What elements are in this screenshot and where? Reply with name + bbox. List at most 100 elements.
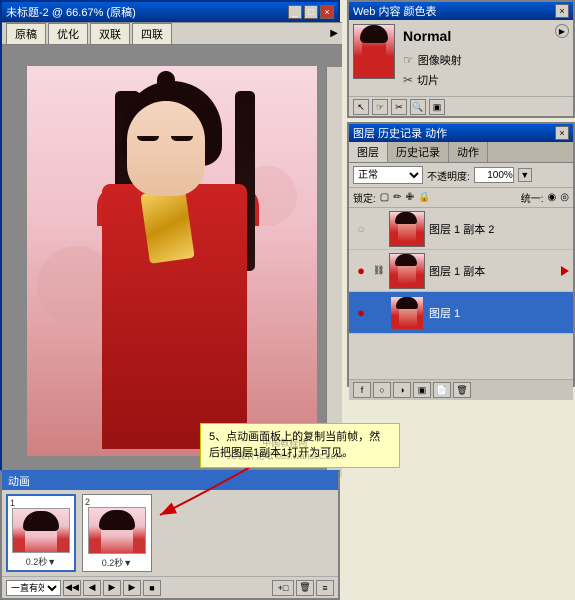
layers-title-bar: 图层 历史记录 动作 ×: [349, 124, 573, 142]
lock-label: 锁定:: [353, 190, 376, 205]
eye-icon-layer1copy[interactable]: ●: [353, 263, 369, 279]
tab-optimize[interactable]: 优化: [48, 23, 88, 44]
layers-panel: 图层 历史记录 动作 × 图层 历史记录 动作 正常 不透明度: ▼ 锁定: ▢…: [347, 122, 575, 387]
lock-paint-icon[interactable]: ✏: [393, 192, 401, 203]
unify-icon2[interactable]: ◎: [560, 192, 569, 203]
slice-icon: ✂: [403, 73, 413, 87]
opacity-arrow[interactable]: ▼: [518, 168, 532, 182]
lock-move-icon[interactable]: ✙: [406, 192, 414, 203]
loop-select[interactable]: 一直有效 一次 三次: [6, 580, 61, 596]
tab-dual[interactable]: 双联: [90, 23, 130, 44]
layer-row-base[interactable]: ● 图层 1: [349, 292, 573, 334]
web-panel-title-label: Web 内容 颜色表: [353, 3, 437, 19]
anim-play-button[interactable]: ▶: [103, 580, 121, 596]
minimize-button[interactable]: _: [288, 5, 302, 19]
web-content-panel: Web 内容 颜色表 × Normal ☞ 图像映射 ✂ 切片 ▶ ↖ ☞: [347, 0, 575, 118]
frame-2-number: 2: [85, 497, 90, 507]
close-button[interactable]: ×: [320, 5, 334, 19]
unify-label: 统一:: [521, 190, 544, 205]
layer-arrow-indicator: [561, 266, 569, 276]
web-menu-image-map[interactable]: ☞ 图像映射: [403, 52, 547, 68]
web-toolbar: ↖ ☞ ✂ 🔍 ▣: [349, 96, 573, 117]
anim-delete-frame-button[interactable]: 🗑: [296, 580, 314, 596]
layers-tabs: 图层 历史记录 动作: [349, 142, 573, 163]
web-tool-1[interactable]: ↖: [353, 99, 369, 115]
anim-frame-1[interactable]: 1 0.2秒▼: [6, 494, 76, 572]
anim-stop-button[interactable]: ■: [143, 580, 161, 596]
frame-1-thumb: [12, 508, 70, 553]
tab-history[interactable]: 历史记录: [388, 142, 449, 162]
add-mask-button[interactable]: ○: [373, 382, 391, 398]
web-thumb-hair: [360, 25, 388, 43]
anim-next-button[interactable]: ▶: [123, 580, 141, 596]
unify-icon1[interactable]: ◉: [548, 192, 557, 203]
layers-close-button[interactable]: ×: [555, 126, 569, 140]
layer-thumb-base: [389, 295, 425, 331]
anim-menu-button[interactable]: ≡: [316, 580, 334, 596]
new-layer-button[interactable]: 📄: [433, 382, 451, 398]
anim-new-frame-button[interactable]: +□: [272, 580, 294, 596]
image-tabs-bar: 原稿 优化 双联 四联 ▶: [2, 23, 342, 45]
figure-eyes: [135, 136, 195, 144]
layer-thumb-copy1: [389, 253, 425, 289]
opacity-input[interactable]: [474, 167, 514, 183]
lock-all-icon[interactable]: 🔒: [418, 192, 430, 203]
lock-transparency-icon[interactable]: ▢: [380, 192, 389, 203]
watermark: 中国教程网 JC设计论坛 bbs.wansec.com: [226, 436, 343, 462]
main-ps-window: 未标题-2 @ 66.67% (原稿) _ □ × 原稿 优化 双联 四联 ▶: [0, 0, 340, 475]
web-menu-slice[interactable]: ✂ 切片: [403, 72, 547, 88]
tab-quad[interactable]: 四联: [132, 23, 172, 44]
tab-actions[interactable]: 动作: [449, 142, 488, 162]
anim-title-label: 动画: [8, 473, 30, 489]
web-panel-text-area: Normal ☞ 图像映射 ✂ 切片: [403, 24, 547, 92]
image-window: 原稿 优化 双联 四联 ▶: [2, 22, 342, 477]
window-controls: _ □ ×: [288, 5, 334, 19]
web-panel-body: Normal ☞ 图像映射 ✂ 切片 ▶: [349, 20, 573, 96]
delete-layer-button[interactable]: 🗑: [453, 382, 471, 398]
frame-1-time[interactable]: 0.2秒▼: [26, 555, 56, 568]
anim-controls: 一直有效 一次 三次 ◀◀ ◀ ▶ ▶ ■ +□ 🗑 ≡: [2, 576, 338, 598]
canvas-image: [27, 66, 317, 456]
web-tool-5[interactable]: ▣: [429, 99, 445, 115]
anim-prev-button[interactable]: ◀: [83, 580, 101, 596]
web-panel-close[interactable]: ×: [555, 4, 569, 18]
blend-mode-select[interactable]: 正常: [353, 166, 423, 184]
layer-row-copy1[interactable]: ● ⛓ 图层 1 副本: [349, 250, 573, 292]
web-thumbnail: [353, 24, 395, 79]
lock-row: 锁定: ▢ ✏ ✙ 🔒 统一: ◉ ◎: [349, 188, 573, 208]
frame-2-time[interactable]: 0.2秒▼: [102, 556, 132, 569]
canvas-area: [2, 45, 342, 477]
web-tool-3[interactable]: ✂: [391, 99, 407, 115]
layer-row-copy2[interactable]: ○ 图层 1 副本 2: [349, 208, 573, 250]
tab-layers[interactable]: 图层: [349, 142, 388, 162]
layer-name-copy1: 图层 1 副本: [429, 263, 555, 279]
figure-face: [127, 101, 205, 196]
watermark-subtext: JC设计论坛 bbs.wansec.com: [226, 449, 343, 462]
layer-thumb-copy2: [389, 211, 425, 247]
eye-icon-layer1[interactable]: ●: [353, 305, 369, 321]
web-panel-title-bar: Web 内容 颜色表 ×: [349, 2, 573, 20]
frame-1-number: 1: [10, 498, 15, 508]
web-menu-slice-label: 切片: [417, 72, 439, 88]
layer-name-base: 图层 1: [429, 305, 569, 321]
web-menu-image-map-label: 图像映射: [418, 52, 462, 68]
web-panel-controls: ×: [555, 4, 569, 18]
eye-icon-layer1copy2[interactable]: ○: [353, 221, 369, 237]
anim-rewind-button[interactable]: ◀◀: [63, 580, 81, 596]
new-adj-layer-button[interactable]: ◑: [393, 382, 411, 398]
web-normal-label: Normal: [403, 28, 547, 44]
web-options-button[interactable]: ▶: [555, 24, 569, 38]
layers-controls: 正常 不透明度: ▼: [349, 163, 573, 188]
new-group-button[interactable]: ▣: [413, 382, 431, 398]
canvas-scrollbar[interactable]: [326, 67, 342, 477]
main-window-title: 未标题-2 @ 66.67% (原稿): [6, 4, 136, 20]
opacity-label: 不透明度:: [427, 168, 470, 183]
tab-original[interactable]: 原稿: [6, 23, 46, 44]
add-style-button[interactable]: f: [353, 382, 371, 398]
watermark-text: 中国教程网: [226, 436, 343, 449]
web-tool-4[interactable]: 🔍: [410, 99, 426, 115]
web-tool-2[interactable]: ☞: [372, 99, 388, 115]
link-icon-layer1copy[interactable]: ⛓: [373, 265, 385, 276]
tab-arrow[interactable]: ▶: [330, 28, 338, 39]
maximize-button[interactable]: □: [304, 5, 318, 19]
